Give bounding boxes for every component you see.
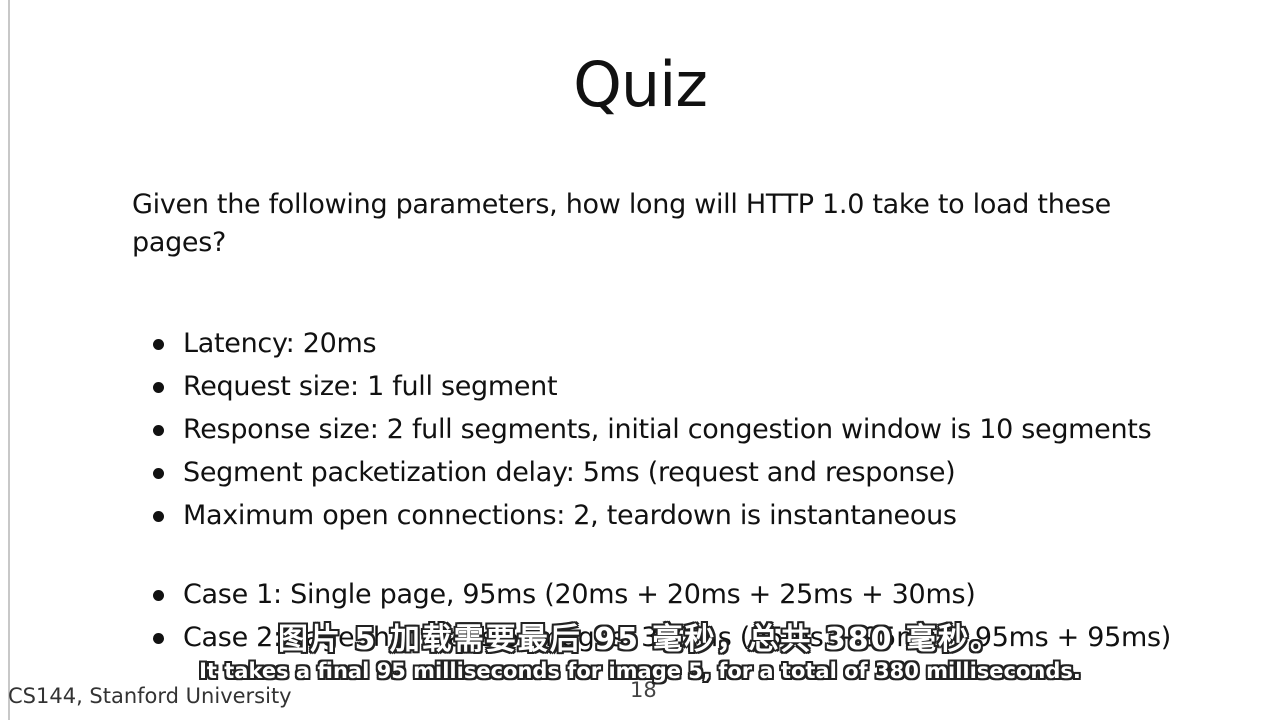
parameter-response-size: Response size: 2 full segments, initial …: [150, 408, 1152, 451]
parameter-list: Latency: 20ms Request size: 1 full segme…: [150, 322, 1152, 537]
subtitle-english: It takes a final 95 milliseconds for ima…: [199, 659, 1081, 683]
subtitle-chinese: 图片 5 加载需要最后 95 毫秒，总共 380 毫秒。: [278, 622, 1002, 657]
parameter-latency: Latency: 20ms: [150, 322, 1151, 365]
slide-footer: CS144, Stanford University: [8, 684, 292, 708]
slide-title: Quiz: [573, 48, 708, 121]
case-1: Case 1: Single page, 95ms (20ms + 20ms +…: [150, 573, 1171, 616]
parameter-packetization-delay: Segment packetization delay: 5ms (reques…: [150, 451, 1151, 494]
quiz-question: Given the following parameters, how long…: [132, 189, 1111, 258]
parameter-request-size: Request size: 1 full segment: [150, 365, 1151, 408]
parameter-max-connections: Maximum open connections: 2, teardown is…: [150, 494, 1151, 537]
slide: Quiz Given the following parameters, how…: [0, 0, 1280, 720]
